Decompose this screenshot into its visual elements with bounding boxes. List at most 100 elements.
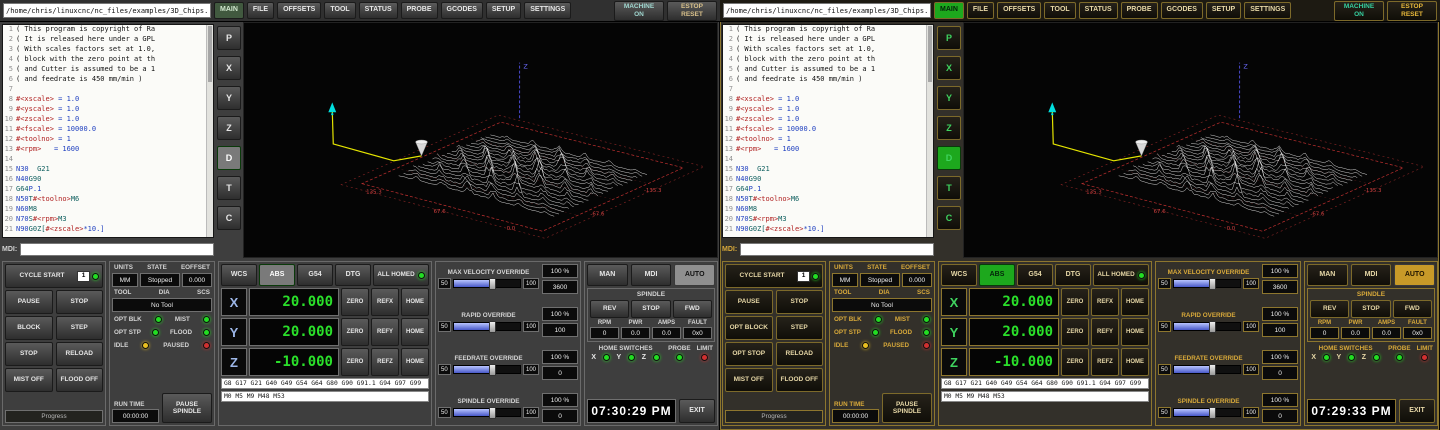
slider-handle[interactable] (489, 407, 496, 419)
zero-y-button[interactable]: ZERO (341, 318, 369, 346)
refx-button[interactable]: REFX (371, 288, 399, 316)
all-homed-button[interactable]: ALL HOMED (1093, 264, 1149, 286)
opt-block-button[interactable]: OPT BLOCK (725, 316, 773, 340)
mist-off-button[interactable]: MIST OFF (725, 368, 773, 392)
menu-button-setup[interactable]: SETUP (486, 2, 521, 19)
g54-button[interactable]: G54 (297, 264, 333, 286)
home-y-button[interactable]: HOME (1121, 318, 1149, 346)
menu-button-settings[interactable]: SETTINGS (524, 2, 571, 19)
editor-scrollbar-thumb[interactable] (208, 26, 212, 82)
menu-button-main[interactable]: MAIN (934, 2, 964, 19)
auto-button[interactable]: AUTO (1394, 264, 1435, 286)
axis-button-x[interactable]: X (217, 56, 241, 80)
slider-handle[interactable] (1209, 278, 1216, 290)
feedrate-override-slider[interactable] (453, 365, 521, 374)
exit-button[interactable]: EXIT (679, 399, 715, 423)
editor-scrollbar-thumb[interactable] (928, 26, 932, 82)
zero-z-button[interactable]: ZERO (1061, 348, 1089, 376)
max-velocity-slider[interactable] (1173, 279, 1241, 288)
refy-button[interactable]: REFY (1091, 318, 1119, 346)
wcs-button[interactable]: WCS (221, 264, 257, 286)
spindle-override-slider[interactable] (453, 408, 521, 417)
axis-button-p[interactable]: P (217, 26, 241, 50)
axis-button-d[interactable]: D (217, 146, 241, 170)
flood-off-button[interactable]: FLOOD OFF (56, 368, 104, 392)
axis-button-z[interactable]: Z (217, 116, 241, 140)
stop-button[interactable]: STOP (776, 290, 824, 314)
cycle-start-button[interactable]: CYCLE START 1 (725, 264, 823, 288)
spindle-fwd-button[interactable]: FWD (673, 300, 712, 318)
rapid-override-slider[interactable] (453, 322, 521, 331)
estop-reset-button[interactable]: ESTOP RESET (667, 1, 717, 21)
axis-button-c[interactable]: C (937, 206, 961, 230)
home-x-button[interactable]: HOME (1121, 288, 1149, 316)
opt-stop-button[interactable]: OPT STOP (725, 342, 773, 366)
spindle-stop-button[interactable]: STOP (631, 300, 670, 318)
cycle-start-button[interactable]: CYCLE START 1 (5, 264, 103, 288)
flood-off-button[interactable]: FLOOD OFF (776, 368, 824, 392)
gcode-editor[interactable]: 1( This program is copyright of Ra2( It … (2, 24, 214, 238)
zero-y-button[interactable]: ZERO (1061, 318, 1089, 346)
editor-scrollbar[interactable] (206, 25, 213, 237)
slider-handle[interactable] (489, 364, 496, 376)
axis-button-d[interactable]: D (937, 146, 961, 170)
auto-button[interactable]: AUTO (674, 264, 715, 286)
dtg-button[interactable]: DTG (335, 264, 371, 286)
pause-spindle-button[interactable]: PAUSE SPINDLE (162, 393, 212, 423)
slider-handle[interactable] (1209, 321, 1216, 333)
rapid-override-slider[interactable] (1173, 322, 1241, 331)
home-y-button[interactable]: HOME (401, 318, 429, 346)
max-velocity-slider[interactable] (453, 279, 521, 288)
menu-button-main[interactable]: MAIN (214, 2, 244, 19)
all-homed-button[interactable]: ALL HOMED (373, 264, 429, 286)
slider-handle[interactable] (1209, 407, 1216, 419)
reload-button[interactable]: RELOAD (56, 342, 104, 366)
refx-button[interactable]: REFX (1091, 288, 1119, 316)
opt-stop-button[interactable]: STOP (5, 342, 53, 366)
step-button[interactable]: STEP (776, 316, 824, 340)
spindle-fwd-button[interactable]: FWD (1393, 300, 1432, 318)
mist-off-button[interactable]: MIST OFF (5, 368, 53, 392)
menu-button-tool[interactable]: TOOL (1044, 2, 1075, 19)
file-path-input[interactable] (723, 3, 931, 18)
refz-button[interactable]: REFZ (371, 348, 399, 376)
menu-button-settings[interactable]: SETTINGS (1244, 2, 1291, 19)
wcs-button[interactable]: WCS (941, 264, 977, 286)
menu-button-file[interactable]: FILE (247, 2, 274, 19)
slider-handle[interactable] (1209, 364, 1216, 376)
axis-button-x[interactable]: X (937, 56, 961, 80)
exit-button[interactable]: EXIT (1399, 399, 1435, 423)
feedrate-override-slider[interactable] (1173, 365, 1241, 374)
home-x-button[interactable]: HOME (401, 288, 429, 316)
abs-button[interactable]: ABS (259, 264, 295, 286)
menu-button-probe[interactable]: PROBE (1121, 2, 1158, 19)
g54-button[interactable]: G54 (1017, 264, 1053, 286)
spindle-override-slider[interactable] (1173, 408, 1241, 417)
reload-button[interactable]: RELOAD (776, 342, 824, 366)
gcode-editor[interactable]: 1( This program is copyright of Ra2( It … (722, 24, 934, 238)
preview-3d[interactable]: Z135.367.60.0-67.6-135.3 (243, 22, 718, 258)
man-button[interactable]: MAN (587, 264, 628, 286)
home-z-button[interactable]: HOME (1121, 348, 1149, 376)
machine-on-button[interactable]: MACHINE ON (614, 1, 664, 21)
preview-3d[interactable]: Z135.367.60.0-67.6-135.3 (963, 22, 1438, 258)
mdi-input[interactable] (740, 243, 934, 256)
mdi-input[interactable] (20, 243, 214, 256)
menu-button-status[interactable]: STATUS (359, 2, 398, 19)
zero-x-button[interactable]: ZERO (341, 288, 369, 316)
opt-block-button[interactable]: BLOCK (5, 316, 53, 340)
menu-button-status[interactable]: STATUS (1079, 2, 1118, 19)
dtg-button[interactable]: DTG (1055, 264, 1091, 286)
zero-x-button[interactable]: ZERO (1061, 288, 1089, 316)
pause-spindle-button[interactable]: PAUSE SPINDLE (882, 393, 932, 423)
menu-button-offsets[interactable]: OFFSETS (997, 2, 1041, 19)
step-button[interactable]: STEP (56, 316, 104, 340)
refy-button[interactable]: REFY (371, 318, 399, 346)
home-z-button[interactable]: HOME (401, 348, 429, 376)
editor-scrollbar[interactable] (926, 25, 933, 237)
axis-button-y[interactable]: Y (217, 86, 241, 110)
axis-button-c[interactable]: C (217, 206, 241, 230)
pause-button[interactable]: PAUSE (5, 290, 53, 314)
machine-on-button[interactable]: MACHINE ON (1334, 1, 1384, 21)
mdi-button[interactable]: MDI (631, 264, 672, 286)
